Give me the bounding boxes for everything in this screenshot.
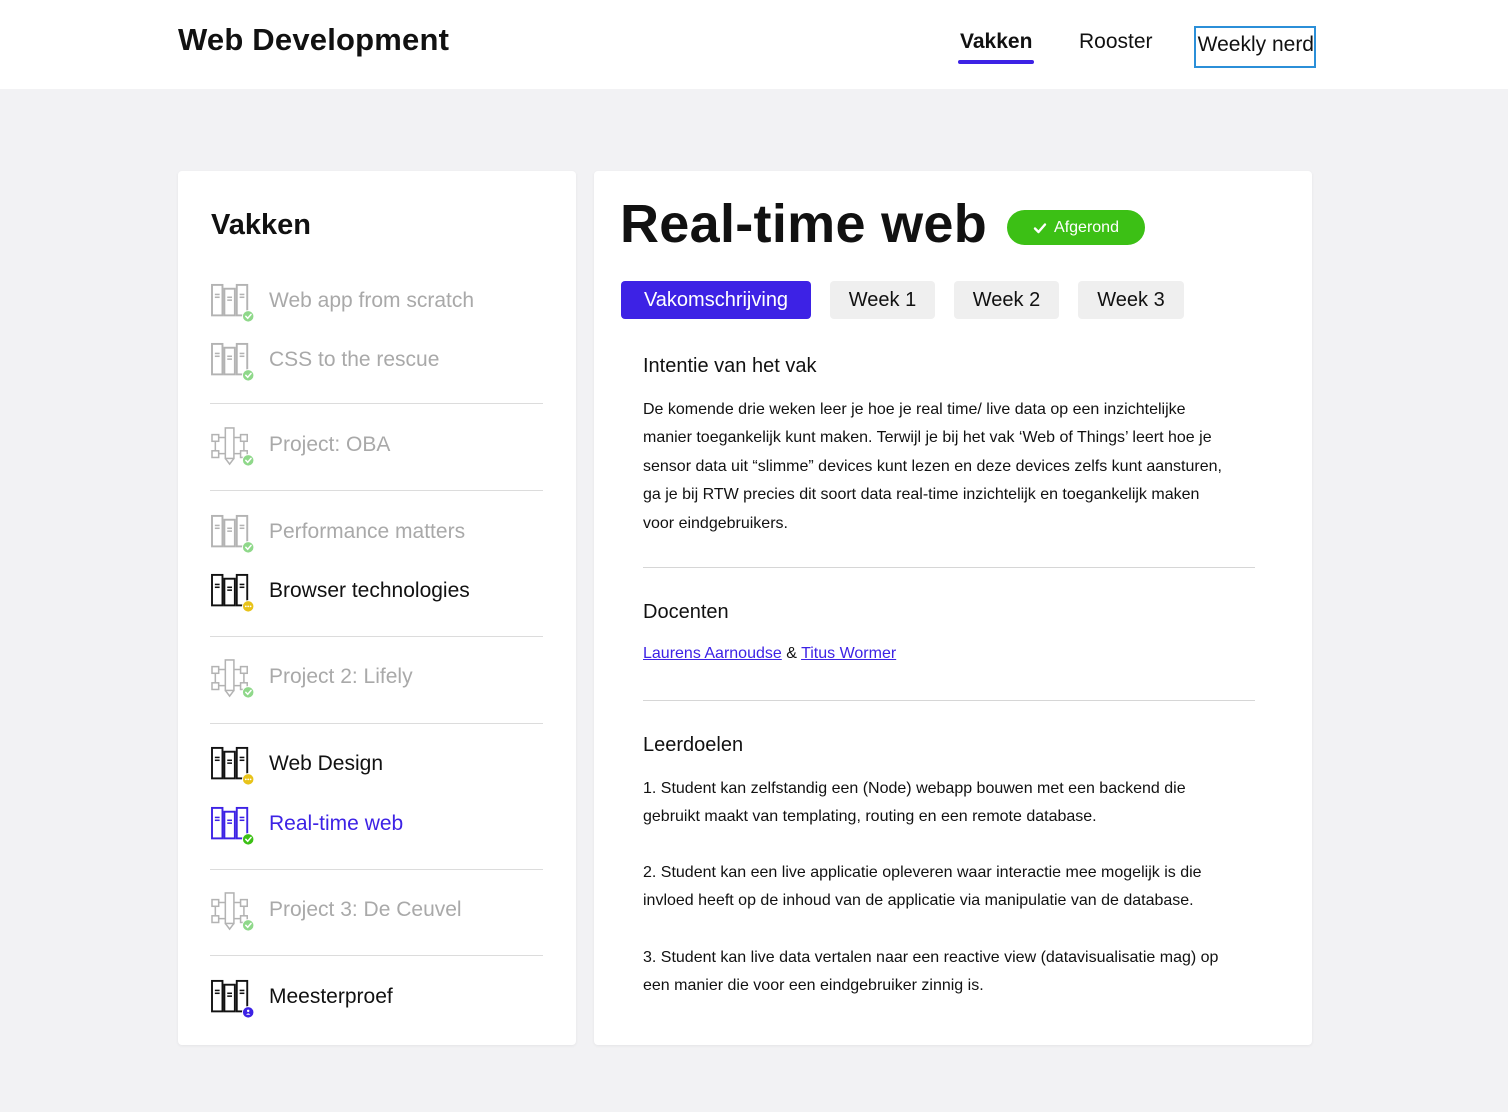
sidebar-item-project-3-de-ceuvel[interactable]: Project 3: De Ceuvel (210, 892, 550, 932)
sidebar-item-project-2-lifely[interactable]: Project 2: Lifely (210, 659, 550, 699)
goals-heading: Leerdoelen (643, 734, 744, 756)
goal-line: 1. Student kan zelfstandig een (Node) we… (643, 780, 1186, 797)
sidebar-title: Vakken (211, 209, 311, 241)
books-icon (211, 342, 254, 382)
nav-item-weekly-nerd[interactable]: Weekly nerd (1194, 26, 1316, 68)
sidebar-item-label: Project: OBA (269, 433, 391, 456)
status-badge-label: Afgerond (1054, 218, 1119, 236)
teacher-link[interactable]: Laurens Aarnoudse (643, 645, 782, 662)
main-nav: Vakken Rooster Weekly nerd (0, 0, 1508, 89)
course-sidebar: Vakken Web app from scratch CSS to the r… (178, 171, 576, 1045)
intent-text: De komende drie weken leer je hoe je rea… (643, 396, 1243, 538)
project-tools-icon (211, 427, 254, 467)
sidebar-divider (210, 636, 543, 637)
sidebar-item-web-app-from-scratch[interactable]: Web app from scratch (210, 283, 550, 323)
site-header: Web Development Vakken Rooster Weekly ne… (0, 0, 1508, 89)
books-icon (211, 746, 254, 786)
teachers-separator: & (786, 645, 797, 662)
teachers-heading: Docenten (643, 601, 729, 623)
nav-item-vakken[interactable]: Vakken (957, 30, 1035, 64)
intent-line: De komende drie weken leer je hoe je rea… (643, 401, 1186, 418)
sidebar-divider (210, 490, 543, 491)
sidebar-item-label: Meesterproef (269, 985, 393, 1008)
sidebar-item-label: Web app from scratch (269, 289, 475, 312)
page-title: Real-time web (620, 194, 988, 254)
goal-line: invloed heeft op de inhoud van de applic… (643, 892, 1194, 910)
sidebar-item-label: Project 3: De Ceuvel (269, 898, 462, 921)
goal-item: 3. Student kan live data vertalen naar e… (643, 944, 1243, 1001)
books-icon (211, 514, 254, 554)
books-icon (211, 979, 254, 1019)
project-tools-icon (211, 659, 254, 699)
sidebar-item-label: Project 2: Lifely (269, 665, 413, 688)
teacher-link[interactable]: Titus Wormer (801, 645, 896, 662)
tab-week-3[interactable]: Week 3 (1078, 281, 1184, 319)
books-icon (211, 283, 254, 323)
sidebar-item-browser-technologies[interactable]: Browser technologies (210, 573, 550, 613)
intent-heading: Intentie van het vak (643, 355, 817, 377)
sidebar-divider (210, 723, 543, 724)
goal-item: 2. Student kan een live applicatie oplev… (643, 859, 1243, 916)
sidebar-item-label: Web Design (269, 752, 384, 775)
sidebar-item-label: Performance matters (269, 520, 466, 543)
sidebar-item-label: Real-time web (269, 812, 404, 835)
tab-week-2[interactable]: Week 2 (954, 281, 1059, 319)
section-divider (643, 567, 1255, 568)
section-divider (643, 700, 1255, 701)
books-icon (211, 806, 254, 846)
sidebar-item-css-to-the-rescue[interactable]: CSS to the rescue (210, 342, 550, 382)
teachers-list: Laurens Aarnoudse & Titus Wormer (643, 645, 896, 663)
nav-item-rooster[interactable]: Rooster (1079, 30, 1153, 54)
goal-line: 3. Student kan live data vertalen naar e… (643, 949, 1219, 966)
sidebar-divider (210, 403, 543, 404)
books-icon (211, 573, 254, 613)
course-detail: Real-time web Afgerond Vakomschrijving W… (594, 171, 1312, 1045)
goal-line: gebruikt maakt van templating, routing e… (643, 808, 1097, 826)
sidebar-item-label: CSS to the rescue (269, 348, 440, 371)
intent-line: voor eindgebruikers. (643, 514, 788, 532)
status-badge: Afgerond (1007, 210, 1145, 245)
tab-week-1[interactable]: Week 1 (830, 281, 935, 319)
check-icon (1033, 222, 1047, 233)
tab-vakomschrijving[interactable]: Vakomschrijving (621, 281, 811, 319)
intent-line: sensor data uit “slimme” devices kunt le… (643, 457, 1222, 475)
sidebar-item-web-design[interactable]: Web Design (210, 746, 550, 786)
sidebar-divider (210, 955, 543, 956)
intent-line: manier toegankelijk kunt maken. Terwijl … (643, 429, 1212, 447)
intent-line: ga je bij RTW precies dit soort data rea… (643, 486, 1200, 504)
project-tools-icon (211, 892, 254, 932)
goal-line: 2. Student kan een live applicatie oplev… (643, 864, 1202, 881)
sidebar-item-real-time-web[interactable]: Real-time web (210, 806, 550, 846)
sidebar-item-performance-matters[interactable]: Performance matters (210, 514, 550, 554)
sidebar-item-meesterproef[interactable]: Meesterproef (210, 979, 550, 1019)
sidebar-item-label: Browser technologies (269, 579, 470, 602)
sidebar-item-project-oba[interactable]: Project: OBA (210, 427, 550, 467)
goal-line: een manier die voor een eindgebruiker zi… (643, 977, 984, 995)
goal-item: 1. Student kan zelfstandig een (Node) we… (643, 775, 1243, 832)
sidebar-divider (210, 869, 543, 870)
